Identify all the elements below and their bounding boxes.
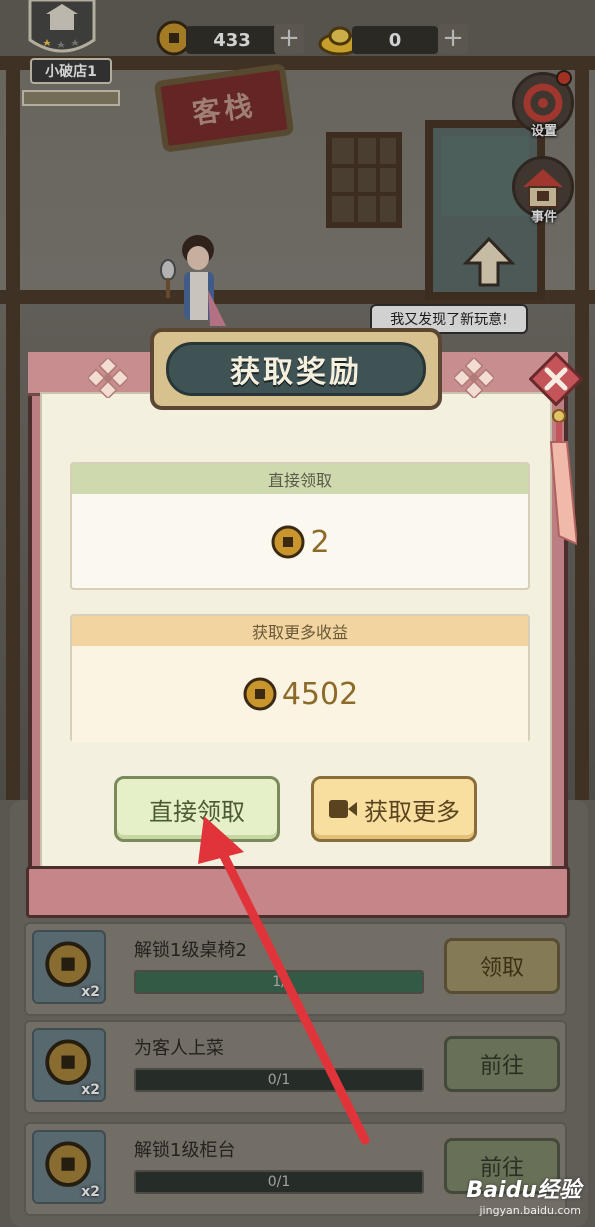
close-icon[interactable] [529,352,583,406]
copper-coin-icon [243,677,277,711]
watermark-sub: jingyan.baidu.com [479,1204,581,1217]
modal-bottom-scroll [26,866,570,918]
more-reward-header: 获取更多收益 [72,616,528,646]
direct-reward-value-row: 2 [72,494,528,590]
more-reward-value-row: 4502 [72,646,528,742]
copper-coin-icon [271,525,305,559]
more-reward-value: 4502 [281,676,359,712]
watermark-main: Baidu经验 [466,1178,581,1203]
direct-reward-header: 直接领取 [72,464,528,494]
flower-ornament-icon [454,358,494,398]
more-reward-box: 获取更多收益 4502 [70,614,530,742]
modal-title: 获取奖励 [230,355,362,390]
get-more-button[interactable]: 获取更多 [311,776,477,842]
tassel-ornament [549,409,577,546]
claim-direct-button[interactable]: 直接领取 [114,776,280,842]
get-more-label: 获取更多 [364,797,460,826]
direct-reward-box: 直接领取 2 [70,462,530,590]
modal-title-banner: 获取奖励 [166,342,426,396]
direct-reward-value: 2 [310,524,330,560]
flower-ornament-icon [88,358,128,398]
baidu-watermark: Baidu经验 jingyan.baidu.com [466,1172,581,1217]
modal-title-plaque: 获取奖励 [150,328,442,410]
video-camera-icon [329,800,357,818]
claim-direct-label: 直接领取 [149,797,245,826]
